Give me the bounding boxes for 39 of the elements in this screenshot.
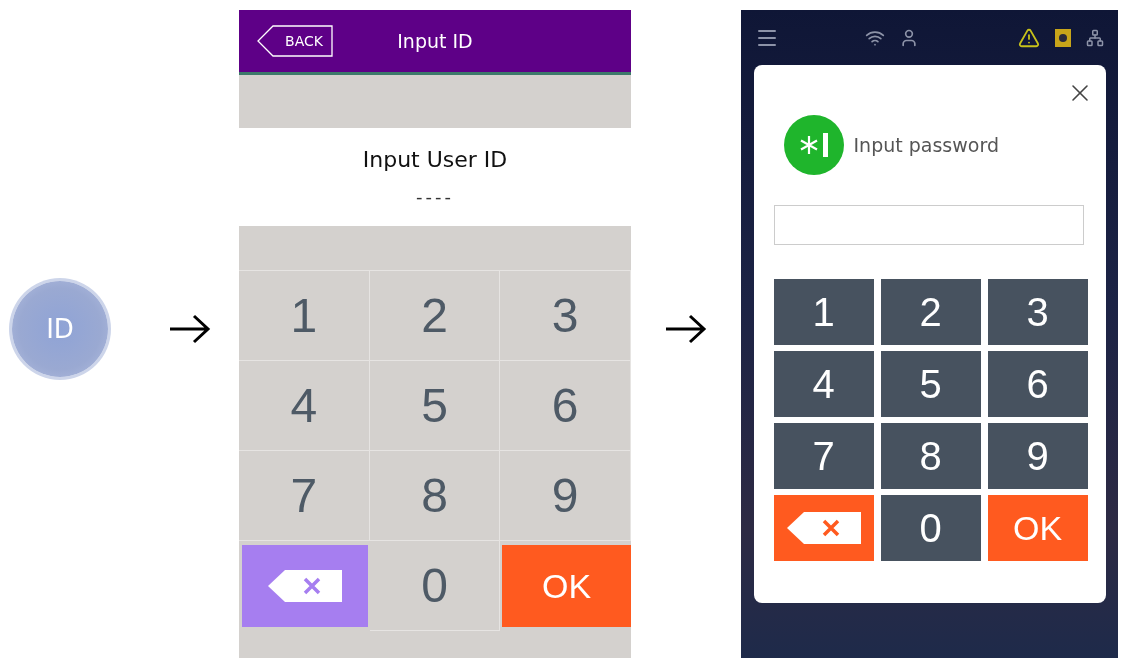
right-arrow-icon: [664, 313, 708, 345]
ok-key[interactable]: OK: [502, 545, 631, 627]
digit-key[interactable]: 6: [500, 361, 631, 451]
network-icon: [1086, 28, 1104, 47]
digit-key[interactable]: 3: [500, 271, 631, 361]
digit-key[interactable]: 5: [369, 361, 501, 451]
digit-key[interactable]: 1: [239, 271, 370, 361]
digit-key[interactable]: 3: [987, 279, 1088, 345]
digit-key[interactable]: 7: [239, 451, 370, 541]
backspace-icon: [785, 511, 862, 545]
backspace-icon: [266, 569, 343, 603]
delete-key[interactable]: [242, 545, 368, 627]
digit-key[interactable]: 2: [880, 279, 981, 345]
ok-key[interactable]: OK: [987, 495, 1088, 561]
dialog-title: Input password: [853, 134, 999, 156]
digit-key[interactable]: 8: [880, 423, 981, 489]
digit-key[interactable]: 0: [369, 541, 501, 631]
digit-key[interactable]: 7: [773, 423, 874, 489]
right-arrow-icon: [167, 313, 212, 345]
id-button[interactable]: ID: [12, 281, 108, 377]
password-field[interactable]: [773, 205, 1084, 245]
delete-key[interactable]: [773, 495, 874, 561]
screen-title: Input ID: [397, 30, 473, 52]
warning-icon: [1018, 26, 1040, 49]
digit-key[interactable]: 0: [880, 495, 981, 561]
digit-key[interactable]: 8: [369, 451, 501, 541]
prompt-text: Input User ID: [362, 147, 508, 172]
digit-key[interactable]: 4: [239, 361, 370, 451]
digit-key[interactable]: 6: [987, 351, 1088, 417]
id-value: ----: [416, 186, 454, 207]
digit-key[interactable]: 9: [987, 423, 1088, 489]
digit-key[interactable]: 5: [880, 351, 981, 417]
card-icon: [1054, 27, 1072, 48]
user-icon: [899, 27, 919, 48]
digit-key[interactable]: 2: [369, 271, 501, 361]
back-button[interactable]: BACK: [257, 25, 333, 57]
digit-key[interactable]: 1: [773, 279, 874, 345]
digit-key[interactable]: 9: [500, 451, 631, 541]
digit-key[interactable]: 4: [773, 351, 874, 417]
